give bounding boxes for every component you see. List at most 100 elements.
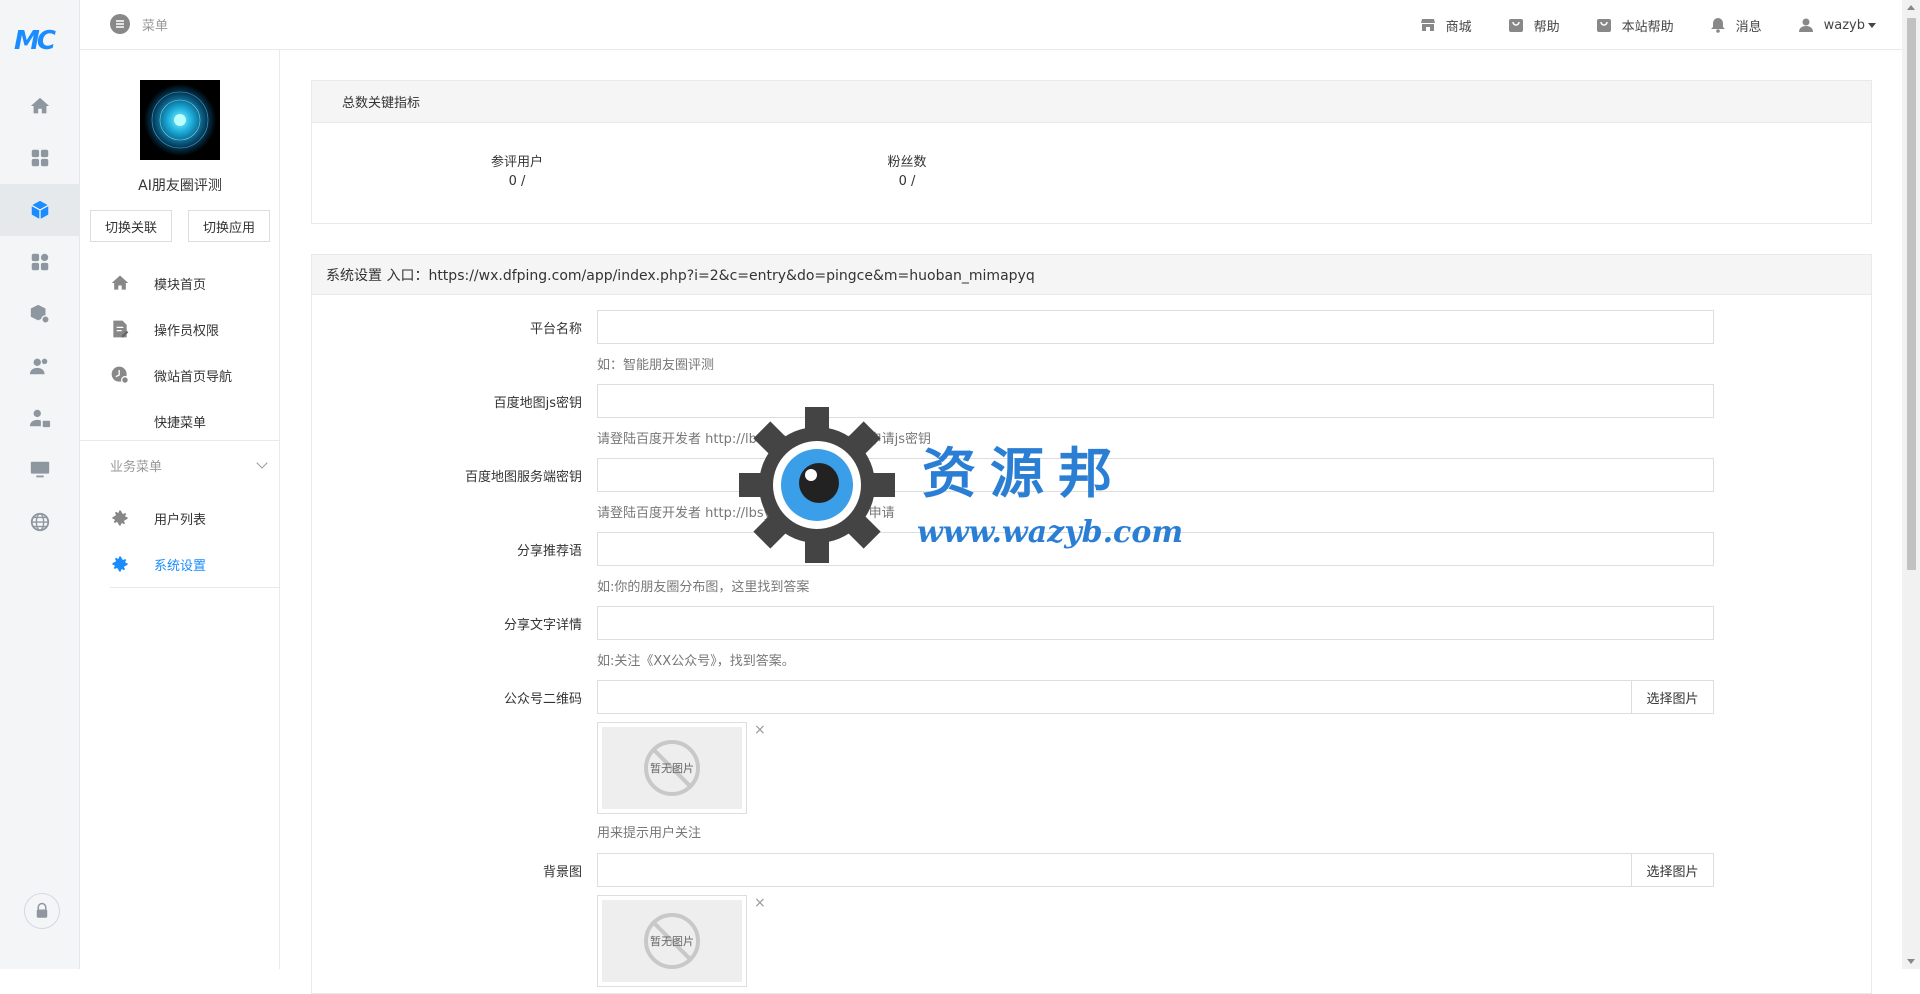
field-help: 如:你的朋友圈分布图，这里找到答案 <box>597 580 810 595</box>
rail-home[interactable] <box>0 80 80 132</box>
baidu-server-key-input[interactable] <box>597 458 1714 492</box>
rail-packages[interactable] <box>0 288 80 340</box>
stat-label: 参评用户 <box>490 155 543 170</box>
field-label: 分享文字详情 <box>503 618 582 633</box>
user-menu[interactable]: wazyb <box>1798 17 1876 33</box>
switch-link-button[interactable]: 切换关联 <box>90 210 172 242</box>
remove-image-icon[interactable]: × <box>754 722 766 738</box>
rail-plugins[interactable] <box>0 236 80 288</box>
nav-messages-label: 消息 <box>1735 19 1762 35</box>
top-bar: 菜单 商城 帮助 本站帮助 消息 wazyb <box>80 0 1902 50</box>
menu-item-label: 快捷菜单 <box>154 415 207 431</box>
stat-fans: 粉丝数 0 / <box>847 151 967 189</box>
rail-user-permissions[interactable] <box>0 392 80 444</box>
stat-value: 0 / <box>898 174 916 189</box>
platform-name-input[interactable] <box>597 310 1714 344</box>
baidu-js-key-input[interactable] <box>597 384 1714 418</box>
field-label: 背景图 <box>542 865 582 880</box>
username: wazyb <box>1823 17 1865 33</box>
package-settings-icon <box>30 304 50 324</box>
stats-panel: 总数关键指标 参评用户 0 / 粉丝数 0 / <box>311 80 1872 224</box>
field-label: 百度地图js密钥 <box>493 396 582 411</box>
select-image-button[interactable]: 选择图片 <box>1631 854 1713 886</box>
qrcode-preview: 暂无图片 <box>597 722 747 814</box>
menu-toggle[interactable]: 菜单 <box>110 14 168 34</box>
no-image-icon: 暂无图片 <box>644 913 700 969</box>
scroll-down-icon[interactable] <box>1907 959 1915 964</box>
nav-messages[interactable]: 消息 <box>1710 16 1762 35</box>
field-label: 平台名称 <box>529 322 582 337</box>
user-lock-icon <box>29 409 51 428</box>
share-detail-input[interactable] <box>597 606 1714 640</box>
stats-panel-title: 总数关键指标 <box>312 81 1871 123</box>
select-image-button[interactable]: 选择图片 <box>1631 681 1713 713</box>
home-icon <box>111 275 129 290</box>
chevron-down-icon <box>256 457 268 469</box>
menu-item-label: 用户列表 <box>154 512 207 528</box>
settings-panel-title: 系统设置 入口：https://wx.dfping.com/app/index.… <box>312 255 1871 295</box>
users-icon <box>29 358 48 375</box>
icon-rail: MC <box>0 0 80 969</box>
menu-item-operator-permissions[interactable]: 操作员权限 <box>80 306 280 352</box>
rail-monitor[interactable] <box>0 444 80 496</box>
field-help: 请登陆百度开发者 http://lbsyun.baidu.com/ 申请js密钥 <box>597 432 932 447</box>
bag-icon <box>1596 19 1611 32</box>
field-help: 如:关注《XX公众号》，找到答案。 <box>597 654 795 669</box>
main-content: 总数关键指标 参评用户 0 / 粉丝数 0 / 系统设置 入口：https://… <box>311 80 1872 994</box>
field-label: 分享推荐语 <box>516 544 582 559</box>
lock-screen-button[interactable] <box>24 893 60 929</box>
rail-sites[interactable] <box>0 496 80 548</box>
store-icon <box>1420 19 1435 31</box>
nav-help[interactable]: 帮助 <box>1508 16 1560 35</box>
nav-help-label: 帮助 <box>1533 19 1560 35</box>
app-logo[interactable]: MC <box>14 26 64 56</box>
background-path-input[interactable]: 选择图片 <box>597 853 1714 887</box>
module-logo <box>140 80 220 160</box>
caret-down-icon <box>1868 22 1876 28</box>
apps-grid-icon <box>31 149 49 167</box>
menu-item-label: 操作员权限 <box>154 323 220 339</box>
bell-icon <box>1710 18 1725 33</box>
menu-item-system-settings[interactable]: 系统设置 <box>80 541 280 587</box>
page-scrollbar[interactable] <box>1902 0 1920 969</box>
menu-item-microsite-nav[interactable]: 微站首页导航 <box>80 352 280 398</box>
rail-apps[interactable] <box>0 132 80 184</box>
menu-item-quick-menu[interactable]: 快捷菜单 <box>80 398 280 444</box>
globe-icon <box>30 512 50 532</box>
business-menu-section[interactable]: 业务菜单 <box>80 440 280 490</box>
module-menu: 模块首页 操作员权限 微站首页导航 快捷菜单 <box>80 260 280 444</box>
gear-icon <box>112 556 128 572</box>
field-help: 用来提示用户关注 <box>597 826 702 841</box>
scrollbar-thumb[interactable] <box>1907 18 1916 570</box>
remove-image-icon[interactable]: × <box>754 895 766 911</box>
rail-users[interactable] <box>0 340 80 392</box>
user-icon <box>1798 18 1813 32</box>
gear-icon <box>112 510 128 526</box>
stat-label: 粉丝数 <box>887 155 927 170</box>
list-icon <box>110 14 130 34</box>
nav-site-help[interactable]: 本站帮助 <box>1596 16 1674 35</box>
nav-store[interactable]: 商城 <box>1420 16 1472 35</box>
nav-clock-icon <box>111 366 129 384</box>
business-menu: 用户列表 系统设置 <box>80 495 280 588</box>
no-image-label: 暂无图片 <box>650 762 694 775</box>
section-label: 业务菜单 <box>110 460 163 475</box>
rail-module[interactable] <box>0 184 80 236</box>
scroll-up-icon[interactable] <box>1907 5 1915 10</box>
menu-label: 菜单 <box>142 18 169 34</box>
edit-doc-icon <box>113 320 129 338</box>
menu-item-label: 系统设置 <box>154 558 207 574</box>
module-cube-icon <box>31 200 49 220</box>
qrcode-path-input[interactable]: 选择图片 <box>597 680 1714 714</box>
menu-item-module-home[interactable]: 模块首页 <box>80 260 280 306</box>
module-sidebar: AI朋友圈评测 切换关联 切换应用 模块首页 操作员权限 微站首页导航 快捷菜单… <box>80 50 280 969</box>
nav-site-help-label: 本站帮助 <box>1621 19 1674 35</box>
menu-item-user-list[interactable]: 用户列表 <box>80 495 280 541</box>
home-icon <box>30 97 50 114</box>
switch-app-button[interactable]: 切换应用 <box>188 210 270 242</box>
nav-store-label: 商城 <box>1445 19 1472 35</box>
settings-panel: 系统设置 入口：https://wx.dfping.com/app/index.… <box>311 254 1872 994</box>
share-slogan-input[interactable] <box>597 532 1714 566</box>
no-image-icon: 暂无图片 <box>644 740 700 796</box>
field-label: 公众号二维码 <box>503 692 582 707</box>
